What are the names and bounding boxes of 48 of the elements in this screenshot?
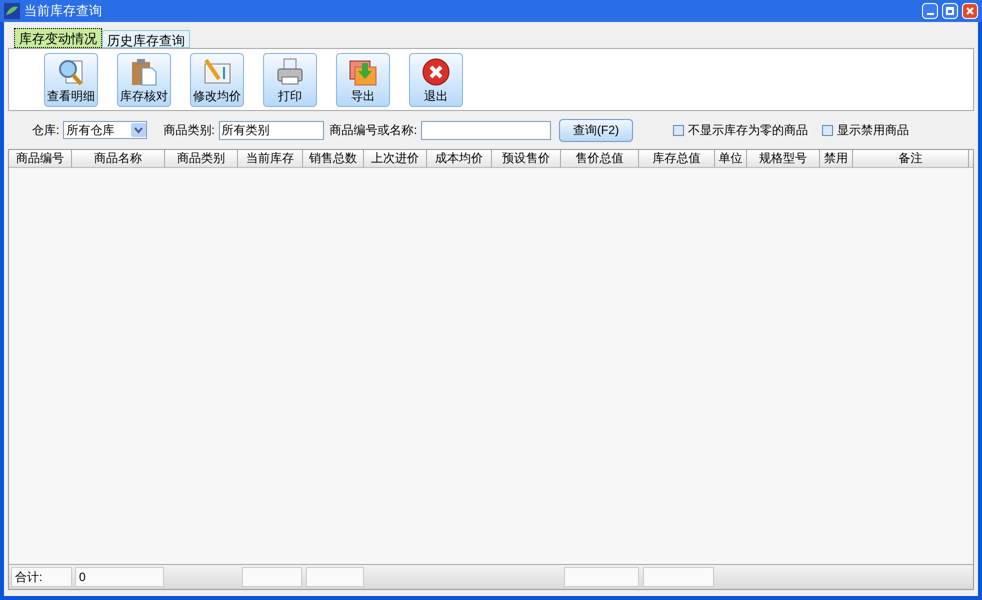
category-label: 商品类别: (163, 122, 215, 139)
tab[interactable]: 库存变动情况 (14, 28, 102, 48)
code-or-name-label: 商品编号或名称: (330, 122, 418, 139)
summary-cell (643, 567, 714, 587)
code-or-name-field[interactable] (421, 120, 552, 140)
close-icon (421, 56, 451, 86)
pencil-paper-icon (202, 56, 232, 86)
column-header[interactable]: 售价总值 (561, 150, 639, 167)
checkbox-label: 不显示库存为零的商品 (688, 122, 808, 139)
checkbox-label: 显示禁用商品 (837, 122, 910, 139)
column-header[interactable]: 规格型号 (747, 150, 820, 167)
printer-icon (275, 56, 305, 86)
column-header[interactable]: 备注 (853, 150, 969, 167)
checkbox[interactable] (673, 124, 684, 136)
summary-cell (306, 567, 364, 587)
app-icon (4, 3, 20, 19)
column-header[interactable]: 单位 (715, 150, 747, 167)
column-header[interactable]: 商品名称 (72, 150, 165, 167)
query-button[interactable]: 查询(F2) (559, 118, 634, 142)
summary-cell (242, 567, 302, 587)
column-header[interactable]: 销售总数 (303, 150, 364, 167)
column-header[interactable]: 成本均价 (427, 150, 492, 167)
window-title: 当前库存查询 (24, 2, 102, 20)
column-header[interactable]: 商品编号 (9, 150, 72, 167)
close-icon (966, 7, 974, 15)
minimize-button[interactable] (922, 3, 938, 19)
total-label: 合计: (11, 567, 72, 587)
warehouse-dropdown[interactable]: 所有仓库 (63, 121, 148, 139)
toolbar-button[interactable]: 修改均价 (190, 52, 244, 106)
toolbar-button[interactable]: 打印 (263, 52, 317, 106)
column-header[interactable]: 库存总值 (639, 150, 715, 167)
maximize-button[interactable] (942, 3, 958, 19)
toolbar-button[interactable]: 查看明细 (44, 52, 98, 106)
column-header[interactable]: 禁用 (820, 150, 853, 167)
checkbox[interactable] (822, 124, 834, 136)
clipboard-icon (129, 56, 159, 86)
column-header[interactable]: 当前库存 (238, 150, 303, 167)
tab[interactable]: 历史库存查询 (102, 30, 190, 48)
column-header[interactable]: 预设售价 (492, 150, 561, 167)
total-count: 0 (75, 567, 164, 587)
toolbar-button[interactable]: 导出 (336, 52, 390, 106)
toolbar-button[interactable]: 库存核对 (117, 52, 171, 106)
warehouse-label: 仓库: (32, 122, 60, 139)
close-button[interactable] (962, 3, 978, 19)
column-header[interactable]: 商品类别 (165, 150, 238, 167)
column-header[interactable]: 上次进价 (364, 150, 427, 167)
toolbar-button[interactable]: 退出 (409, 52, 463, 106)
category-field[interactable]: 所有类别 (218, 120, 324, 140)
